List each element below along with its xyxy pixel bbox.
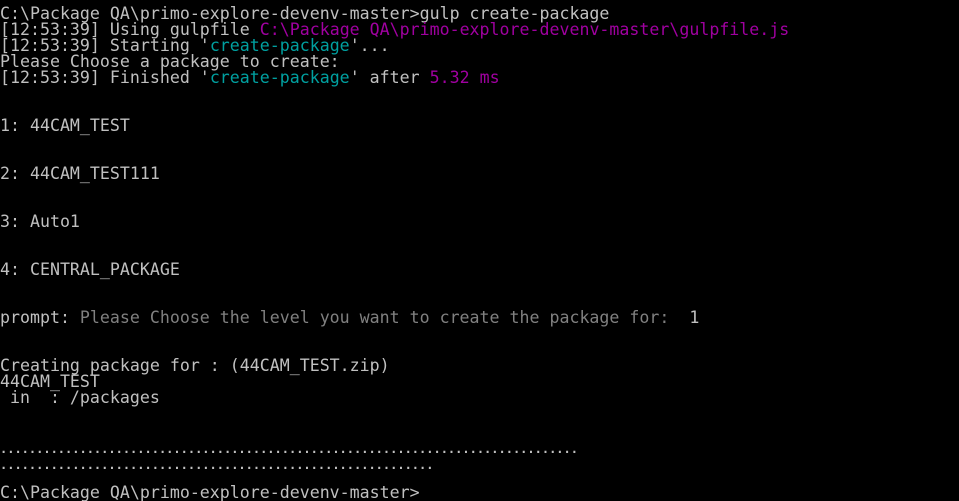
package-option-3: 3: Auto1 — [0, 212, 80, 232]
package-option-text: 4: CENTRAL_PACKAGE — [0, 260, 180, 279]
prompt-answer[interactable]: 1 — [689, 308, 699, 327]
package-option-text: 3: Auto1 — [0, 212, 80, 231]
finished-duration: 5.32 ms — [429, 68, 500, 87]
package-location-line: in : /packages — [0, 388, 160, 408]
prompt-label: prompt: — [0, 308, 70, 327]
package-option-1: 1: 44CAM_TEST — [0, 116, 130, 136]
prompt-line: prompt: Please Choose the level you want… — [0, 308, 699, 328]
finished-task-name: create-package — [209, 68, 350, 87]
finished-line: [12:53:39] Finished 'create-package' aft… — [0, 68, 500, 88]
final-prompt-line[interactable]: C:\Package QA\primo-explore-devenv-maste… — [0, 483, 420, 501]
package-option-text: 2: 44CAM_TEST111 — [0, 164, 160, 183]
finished-mid: ' after — [349, 68, 430, 87]
finished-label: Finished ' — [99, 68, 210, 87]
starting-suffix: '... — [349, 36, 390, 55]
final-prompt-text: C:\Package QA\primo-explore-devenv-maste… — [0, 483, 420, 501]
prompt-question: Please Choose the level you want to crea… — [69, 308, 690, 327]
package-option-2: 2: 44CAM_TEST111 — [0, 164, 160, 184]
package-option-4: 4: CENTRAL_PACKAGE — [0, 260, 180, 280]
package-option-text: 1: 44CAM_TEST — [0, 116, 130, 135]
terminal-window[interactable]: C:\Package QA\primo-explore-devenv-maste… — [0, 0, 959, 501]
progress-dots: ........................................… — [0, 442, 578, 456]
progress-dots-line-2: ........................................… — [0, 457, 433, 475]
package-location-text: in : /packages — [0, 388, 160, 407]
finished-timestamp: [12:53:39] — [0, 68, 100, 87]
progress-dots: ........................................… — [0, 458, 434, 472]
